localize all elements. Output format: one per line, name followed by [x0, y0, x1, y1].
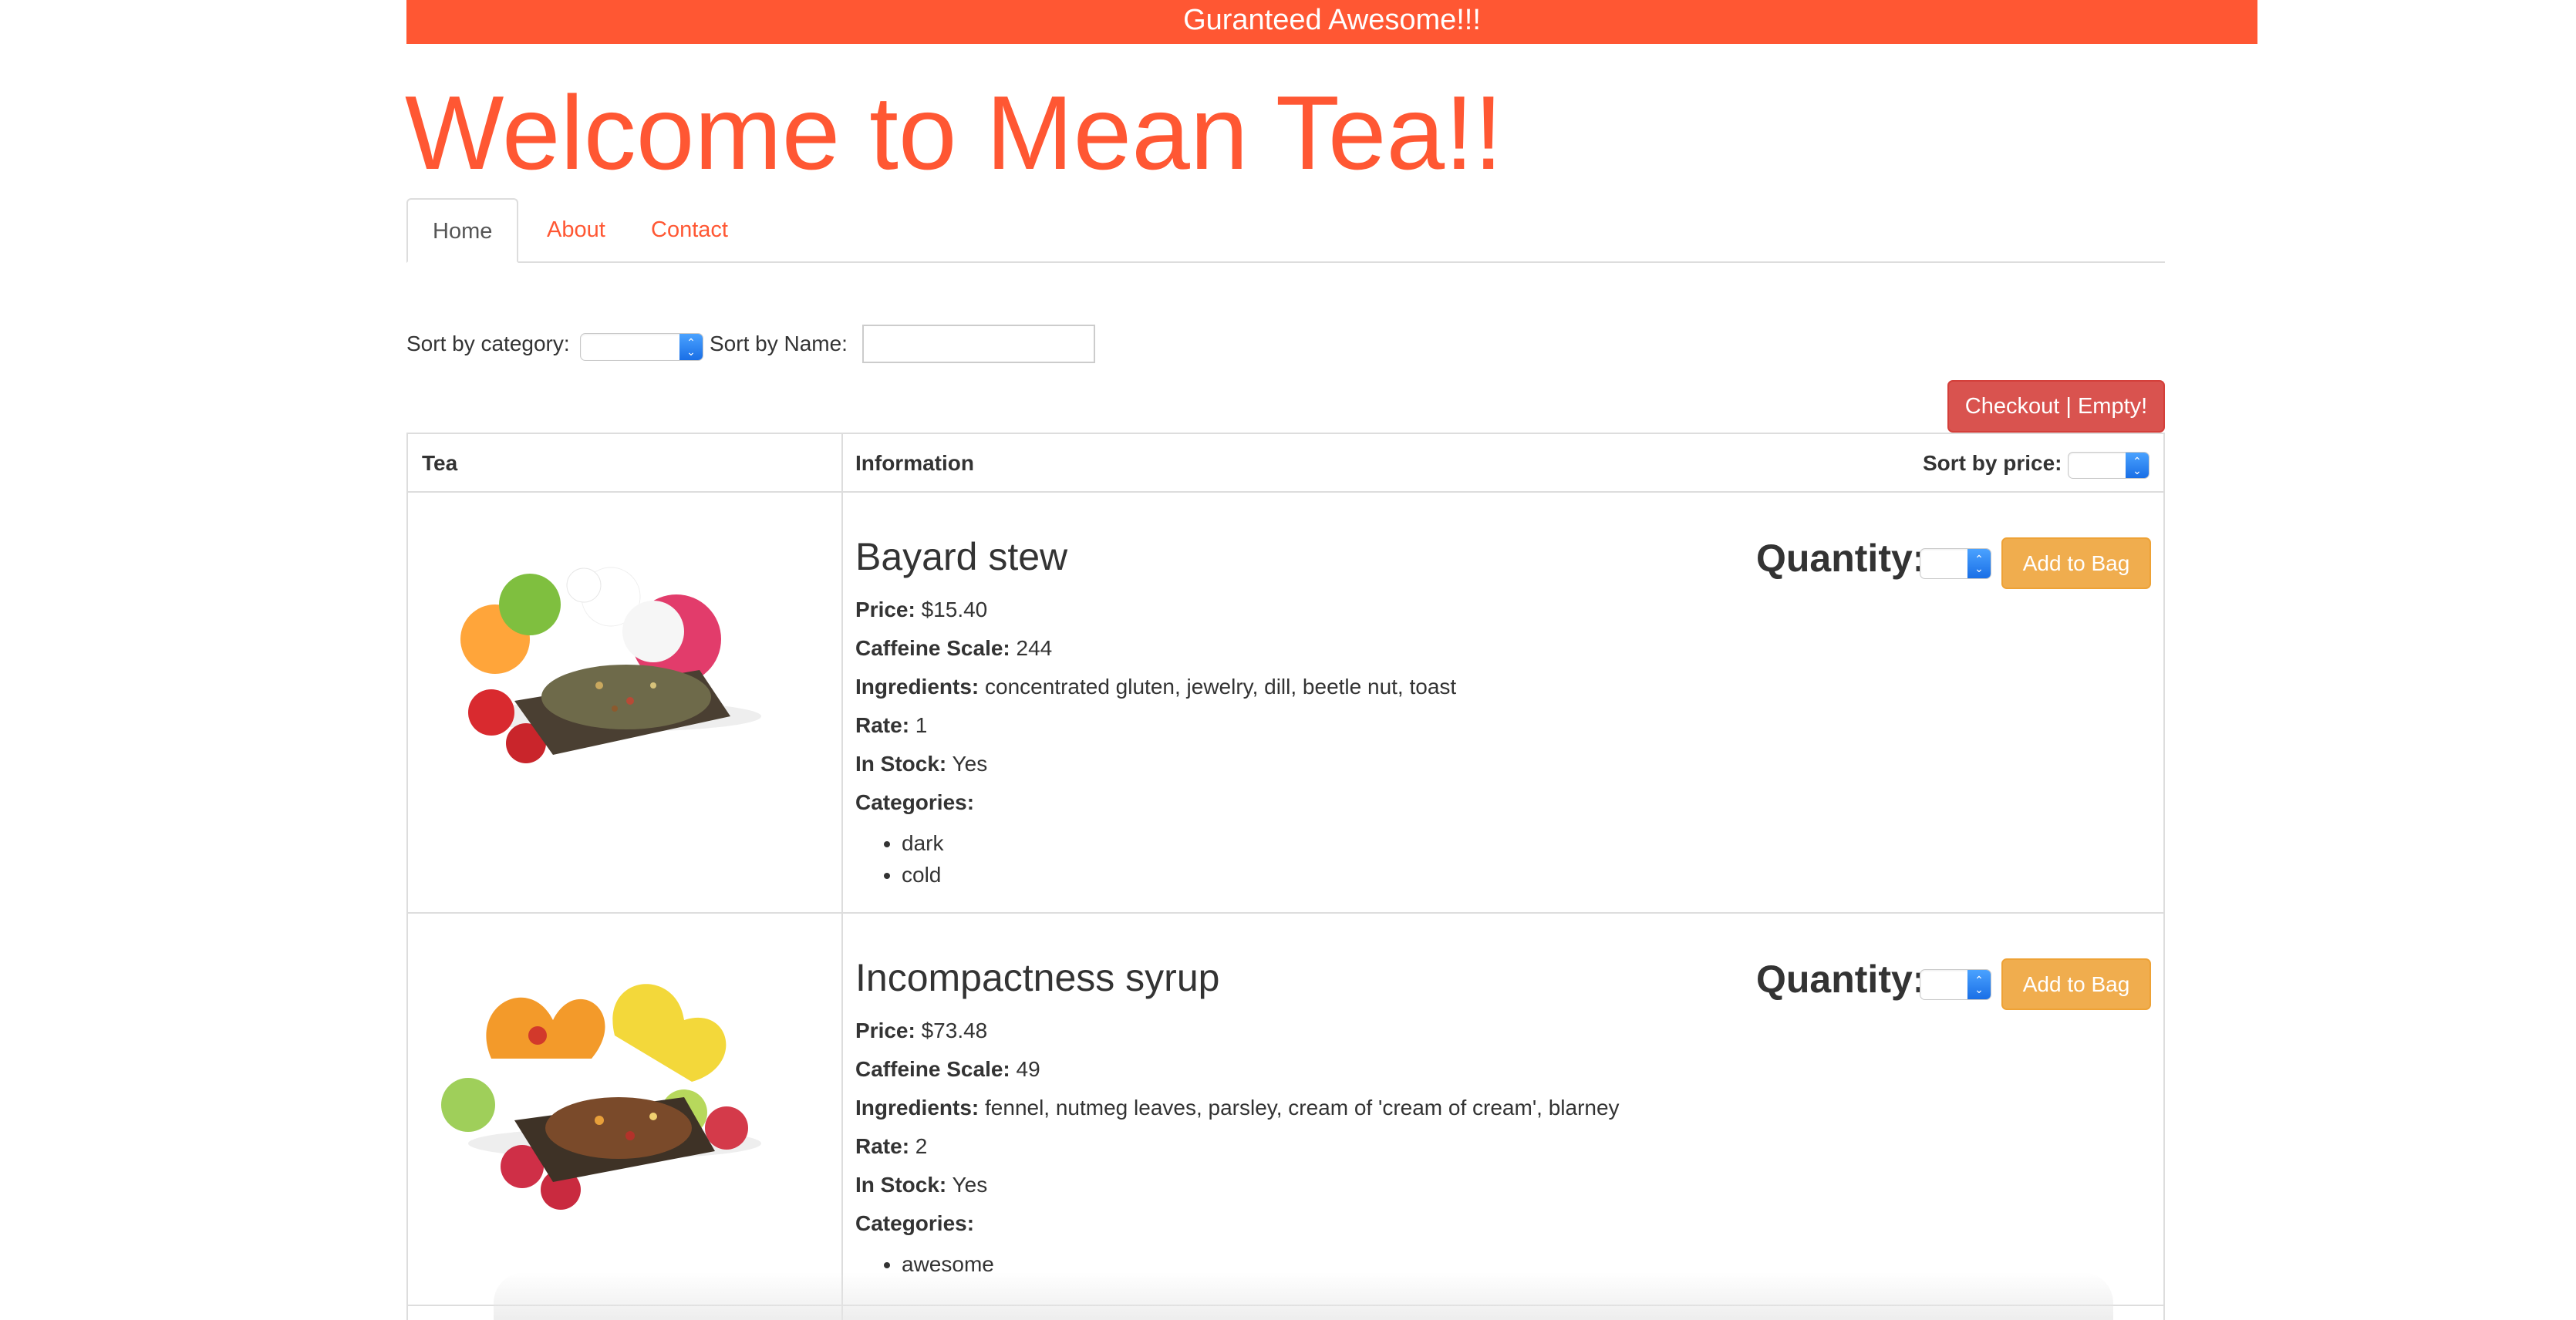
- category-list: dark cold: [902, 827, 943, 891]
- caffeine-label: Caffeine Scale:: [855, 636, 1010, 660]
- categories-label: Categories:: [855, 790, 975, 814]
- rate-value: 1: [915, 713, 928, 737]
- name-search-input[interactable]: [862, 325, 1095, 363]
- rate-label: Rate:: [855, 1134, 910, 1158]
- price-label: Price:: [855, 598, 915, 621]
- list-item: dark: [902, 827, 943, 859]
- sort-price-label: Sort by price:: [1923, 451, 2062, 475]
- caffeine-value: 244: [1016, 636, 1053, 660]
- caffeine-value: 49: [1016, 1057, 1040, 1081]
- stock-label: In Stock:: [855, 1173, 947, 1197]
- select-arrows-icon: ⌃ ⌄: [1967, 549, 1991, 578]
- rate-value: 2: [915, 1134, 928, 1158]
- ingredients-value: concentrated gluten, jewelry, dill, beet…: [985, 675, 1457, 699]
- quantity-select[interactable]: ⌃ ⌄: [1920, 969, 1991, 1000]
- header-information: Information: [855, 451, 974, 475]
- quantity-label: Quantity:: [1756, 537, 1926, 580]
- category-sort-label: Sort by category:: [406, 332, 570, 355]
- table-row: Incompactness syrup Price: $73.48 Caffei…: [408, 914, 2163, 1305]
- rate-label: Rate:: [855, 713, 910, 737]
- select-arrows-icon: ⌃ ⌄: [1967, 970, 1991, 999]
- price-label: Price:: [855, 1019, 915, 1042]
- select-arrows-icon: ⌃ ⌄: [679, 334, 703, 360]
- ingredients-label: Ingredients:: [855, 675, 979, 699]
- tea-info: Bayard stew Price: $15.40 Caffeine Scale…: [855, 534, 2128, 897]
- stock-value: Yes: [952, 752, 988, 776]
- category-select[interactable]: ⌃ ⌄: [580, 333, 703, 361]
- caffeine-label: Caffeine Scale:: [855, 1057, 1010, 1081]
- quantity-select[interactable]: ⌃ ⌄: [1920, 548, 1991, 579]
- table-row: Bayard stew Price: $15.40 Caffeine Scale…: [408, 493, 2163, 912]
- add-to-bag-button[interactable]: Add to Bag: [2001, 537, 2151, 589]
- tea-name: Incompactness syrup: [855, 956, 1220, 999]
- categories-label: Categories:: [855, 1211, 975, 1235]
- tab-home[interactable]: Home: [406, 198, 519, 263]
- checkout-button[interactable]: Checkout | Empty!: [1947, 380, 2165, 433]
- nav-tabs: Home About Contact: [406, 198, 2165, 263]
- tea-info: Incompactness syrup Price: $73.48 Caffei…: [855, 955, 2128, 1295]
- scroll-fade: [494, 1272, 2113, 1320]
- add-to-bag-button[interactable]: Add to Bag: [2001, 958, 2151, 1010]
- tea-image: [422, 524, 786, 817]
- ingredients-label: Ingredients:: [855, 1096, 979, 1120]
- list-item: cold: [902, 859, 943, 891]
- price-sort-select[interactable]: ⌃ ⌄: [2068, 452, 2149, 479]
- header-tea: Tea: [422, 451, 458, 475]
- tea-image: [422, 943, 786, 1236]
- name-sort-label: Sort by Name:: [710, 332, 848, 355]
- stock-value: Yes: [952, 1173, 988, 1197]
- tab-contact[interactable]: Contact: [626, 198, 753, 260]
- tab-about[interactable]: About: [522, 198, 630, 260]
- select-arrows-icon: ⌃ ⌄: [2126, 453, 2149, 478]
- quantity-label: Quantity:: [1756, 958, 1926, 1001]
- tea-table: Tea Information Sort by price: ⌃ ⌄ Bayar…: [406, 433, 2165, 1320]
- tea-name: Bayard stew: [855, 535, 1068, 578]
- page-title: Welcome to Mean Tea!!: [405, 74, 1503, 191]
- ingredients-value: fennel, nutmeg leaves, parsley, cream of…: [985, 1096, 1620, 1120]
- price-value: $73.48: [921, 1019, 988, 1042]
- promo-banner: Guranteed Awesome!!!: [406, 0, 2257, 44]
- price-value: $15.40: [921, 598, 988, 621]
- stock-label: In Stock:: [855, 752, 947, 776]
